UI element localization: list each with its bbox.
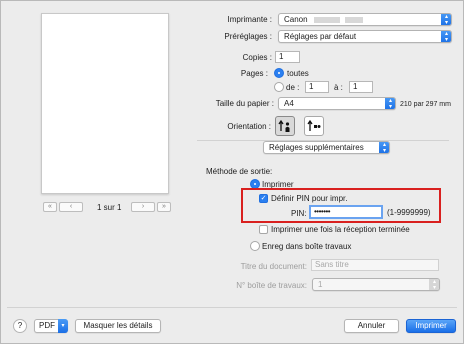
paper-size-value: A4 [284,99,294,108]
print-once-label: Imprimer une fois la réception terminée [271,225,410,234]
pdf-label: PDF [39,321,55,330]
help-button[interactable]: ? [13,319,27,333]
redacted-model-suffix [345,16,364,23]
hide-details-button[interactable]: Masquer les détails [75,319,161,333]
pages-from-label: de : [286,83,300,92]
presets-label: Préréglages : [224,32,272,41]
output-save-label: Enreg dans boîte travaux [262,242,352,251]
output-method-label: Méthode de sortie: [206,167,273,176]
print-once-checkbox[interactable] [259,225,268,234]
panel-select[interactable]: Réglages supplémentaires ▴ ▾ [263,141,390,154]
page-indicator: 1 sur 1 [97,203,122,212]
copies-label: Copies : [242,53,272,62]
presets-select[interactable]: Réglages par défaut ▴ ▾ [278,30,452,43]
updown-arrows-icon: ▴ ▾ [385,98,395,109]
pages-all-radio[interactable] [274,68,284,78]
updown-arrows-icon: ▴ ▾ [441,14,451,25]
printer-select[interactable]: Canon ▴ ▾ [278,13,452,26]
doc-title-field[interactable]: Sans titre [311,259,439,271]
copies-field[interactable]: 1 [275,51,300,63]
set-pin-label: Définir PIN pour impr. [271,194,348,203]
pages-to-field[interactable]: 1 [349,81,373,93]
pdf-menu-button[interactable]: PDF ▾ [34,319,68,333]
orientation-label: Orientation : [227,122,271,131]
landscape-icon [307,119,321,131]
set-pin-checkbox[interactable]: ✓ [259,194,268,203]
next-page-button[interactable]: › [131,202,155,212]
last-page-button[interactable]: » [157,202,171,212]
updown-arrows-icon: ▴ ▾ [429,279,439,290]
redacted-model [313,16,340,23]
pages-all-label: toutes [287,69,309,78]
orientation-landscape-button[interactable] [304,116,324,136]
box-number-select[interactable]: 1 ▴ ▾ [312,278,440,291]
chevron-down-icon: ▾ [58,319,68,333]
pages-label: Pages : [240,69,268,78]
footer-separator [7,307,457,308]
pages-from-field[interactable]: 1 [305,81,329,93]
pin-field[interactable]: ••••••• [309,205,383,219]
paper-size-label: Taille du papier : [215,99,274,108]
cancel-button[interactable]: Annuler [344,319,399,333]
box-number-value: 1 [318,280,323,289]
presets-value: Réglages par défaut [284,32,357,41]
print-button[interactable]: Imprimer [406,319,456,333]
print-dialog: « ‹ 1 sur 1 › » Imprimante : Canon ▴ ▾ Pr… [0,0,464,344]
printer-value: Canon [284,15,308,24]
previous-page-button[interactable]: ‹ [59,202,83,212]
paper-dimensions: 210 par 297 mm [400,101,451,108]
output-save-radio[interactable] [250,241,260,251]
pages-range-radio[interactable] [274,82,284,92]
pages-to-label: à : [334,83,343,92]
panel-value: Réglages supplémentaires [269,143,364,152]
updown-arrows-icon: ▴ ▾ [441,31,451,42]
portrait-icon [278,119,290,132]
pin-label: PIN: [291,209,307,218]
doc-title-label: Titre du document: [240,262,307,271]
first-page-button[interactable]: « [43,202,57,212]
page-preview [41,13,169,194]
box-number-label: N° boîte de travaux: [236,281,307,290]
paper-size-select[interactable]: A4 ▴ ▾ [278,97,396,110]
updown-arrows-icon: ▴ ▾ [379,142,389,153]
orientation-portrait-button[interactable] [275,116,295,136]
printer-label: Imprimante : [227,15,272,24]
pin-range: (1-9999999) [387,208,431,217]
